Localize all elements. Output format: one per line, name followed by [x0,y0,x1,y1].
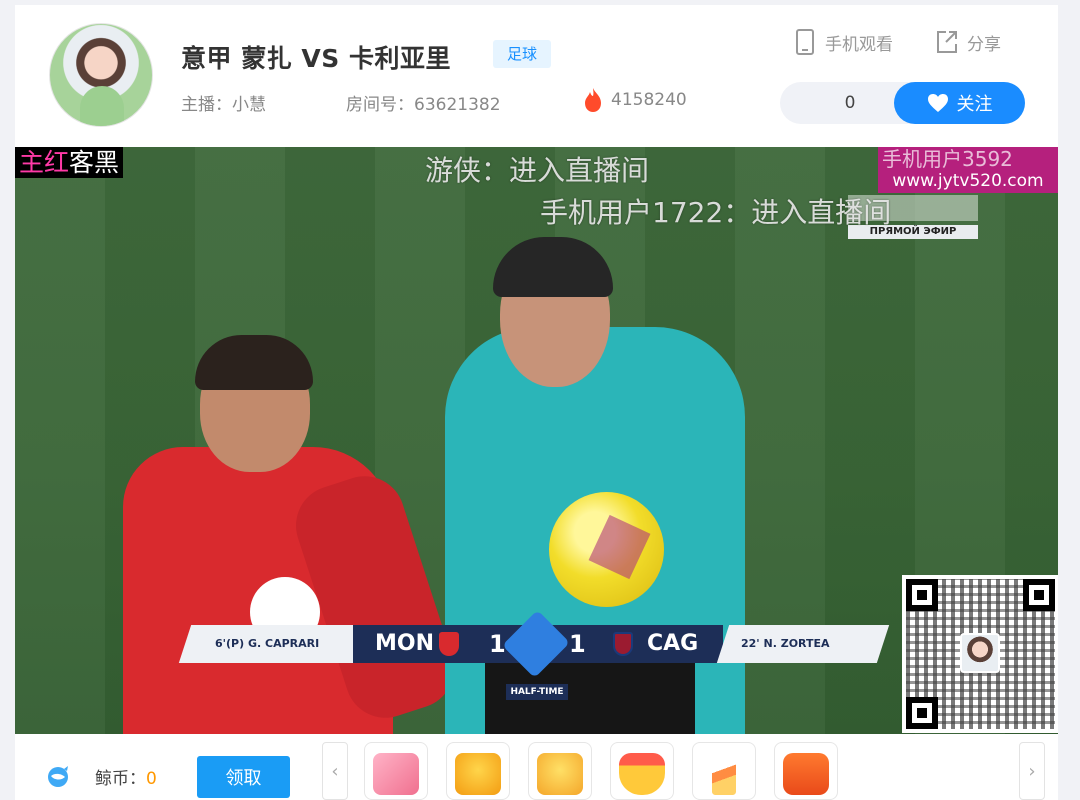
room-title: 意甲 蒙扎 VS 卡利亚里 [181,44,451,73]
watermark-away-black: 客黑 [69,148,120,177]
qr-finder-icon [906,697,938,729]
follow-button[interactable]: 关注 [894,82,1025,124]
danmaku-message: 手机用户1722：进入直播间 [540,196,892,229]
gift-prev-button[interactable]: ‹ [322,742,348,800]
watermark-url: www.jytv520.com [892,171,1044,191]
away-crest-icon [613,632,633,656]
gift-money-icon [373,753,419,795]
home-crest-icon [439,632,459,656]
gift-home-win-trophy-icon [455,753,501,795]
home-team: MON [375,631,435,656]
gift-item[interactable] [528,742,592,800]
qr-finder-icon [906,579,938,611]
referee-hair [493,237,613,297]
football [549,492,664,607]
phone-icon [796,29,814,55]
gift-bar: 鲸币：0 领取 ‹ › [15,734,1058,800]
phone-watch-button[interactable]: 手机观看 [793,29,893,55]
qr-code [902,575,1058,733]
heat-count: 4158240 [583,87,687,113]
claim-button[interactable]: 领取 [197,756,290,798]
gift-rocket-icon [712,753,736,795]
follow-label: 关注 [956,94,993,114]
follow-widget: 0 关注 [780,82,1025,124]
qr-finder-icon [1023,579,1055,611]
qr-avatar [960,633,1000,673]
chevron-left-icon: ‹ [331,760,339,782]
gift-item[interactable] [610,742,674,800]
share-icon [937,31,957,53]
gift-away-win-trophy-icon [537,753,583,795]
danmaku-message: 游侠：进入直播间 [425,154,650,187]
gift-shield-icon [619,753,665,795]
phone-watch-label: 手机观看 [825,34,893,55]
share-button[interactable]: 分享 [935,29,1001,55]
host-name: 主播：小慧 [181,95,266,115]
watermark-user: 手机用户3592 [882,147,1013,171]
gift-tv-icon [783,753,829,795]
gift-next-button[interactable]: › [1019,742,1045,800]
video-player[interactable]: 主红客黑 手机用户3592 www.jytv520.com ПРЯМОЙ ЭФИ… [15,147,1058,734]
coin-label: 鲸币： [95,769,146,789]
gift-item[interactable] [364,742,428,800]
site-watermark: 手机用户3592 www.jytv520.com [878,147,1058,193]
gift-list [364,742,838,800]
match-period: HALF-TIME [506,684,568,700]
scoreboard: 6'(P) G. CAPRARI MON 1 1 CAG 22' N. ZORT… [178,610,890,678]
heat-value: 4158240 [611,90,687,110]
coin-balance: 鲸币：0 [95,764,157,789]
watermark-home-red: 主红 [19,148,70,177]
away-scorer: 22' N. ZORTEA [741,637,830,650]
flame-icon [585,88,601,112]
room-header: 意甲 蒙扎 VS 卡利亚里 足球 主播：小慧 房间号：63621382 4158… [15,5,1058,147]
category-tag[interactable]: 足球 [493,40,552,68]
share-label: 分享 [967,34,1001,55]
home-scorer: 6'(P) G. CAPRARI [215,637,320,650]
gift-item[interactable] [446,742,510,800]
gift-item[interactable] [692,742,756,800]
home-away-watermark: 主红客黑 [15,147,124,178]
chevron-right-icon: › [1028,760,1036,782]
room-number: 房间号：63621382 [346,95,501,115]
heart-icon [927,94,948,112]
player-monza-hair [195,335,313,390]
away-score: 1 [569,630,586,658]
gift-item[interactable] [774,742,838,800]
whale-coin-icon [48,766,68,787]
away-team: CAG [647,631,699,656]
coin-value: 0 [146,769,157,789]
host-avatar[interactable] [49,23,153,127]
